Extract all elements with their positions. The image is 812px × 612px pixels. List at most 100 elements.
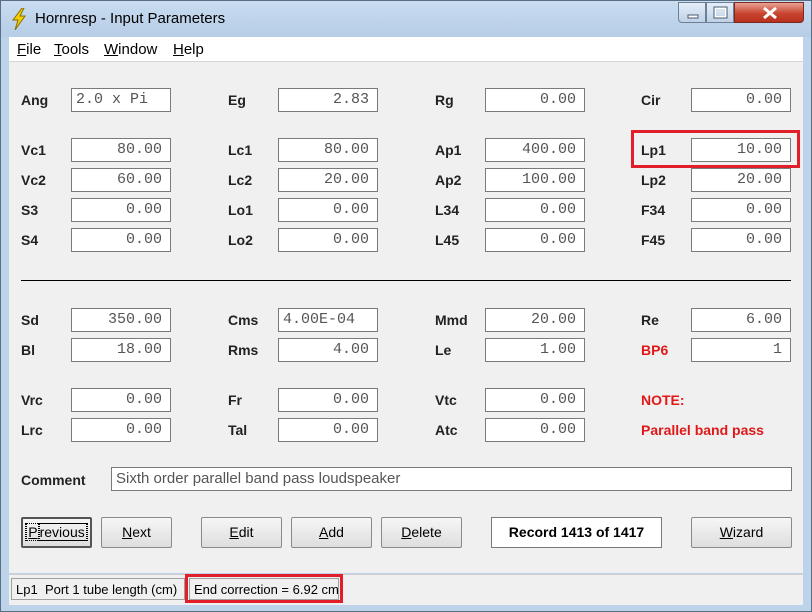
field-f45[interactable]: 0.00 [691, 228, 791, 252]
lightning-icon [12, 8, 26, 30]
maximize-button[interactable] [706, 2, 734, 23]
field-l34[interactable]: 0.00 [485, 198, 585, 222]
label-comment: Comment [21, 472, 86, 488]
field-bl[interactable]: 18.00 [71, 338, 171, 362]
field-ang[interactable]: 2.0 x Pi [71, 88, 171, 112]
field-f34[interactable]: 0.00 [691, 198, 791, 222]
maximize-icon [713, 6, 728, 19]
label-rms: Rms [228, 342, 259, 358]
lp1-highlight-box [631, 130, 800, 168]
field-ap1[interactable]: 400.00 [485, 138, 585, 162]
previous-button[interactable]: Previous [21, 517, 92, 548]
next-button[interactable]: Next [101, 517, 172, 548]
field-l45[interactable]: 0.00 [485, 228, 585, 252]
label-ang: Ang [21, 92, 49, 108]
edit-button[interactable]: Edit [201, 517, 282, 548]
label-tal: Tal [228, 422, 248, 438]
label-f45: F45 [641, 232, 666, 248]
label-eg: Eg [228, 92, 246, 108]
label-atc: Atc [435, 422, 458, 438]
label-ap2: Ap2 [435, 172, 462, 188]
title-bar[interactable]: Hornresp - Input Parameters [1, 1, 811, 37]
field-rms[interactable]: 4.00 [278, 338, 378, 362]
field-lrc[interactable]: 0.00 [71, 418, 171, 442]
label-lp2: Lp2 [641, 172, 666, 188]
label-re: Re [641, 312, 659, 328]
comment-field[interactable]: Sixth order parallel band pass loudspeak… [111, 467, 792, 491]
field-s4[interactable]: 0.00 [71, 228, 171, 252]
wizard-button[interactable]: Wizard [691, 517, 792, 548]
status-description: Port 1 tube length (cm) [44, 582, 178, 597]
label-rg: Rg [435, 92, 454, 108]
label-vtc: Vtc [435, 392, 457, 408]
field-atc[interactable]: 0.00 [485, 418, 585, 442]
field-mmd[interactable]: 20.00 [485, 308, 585, 332]
label-mmd: Mmd [435, 312, 468, 328]
minimize-button[interactable] [678, 2, 706, 23]
field-rg[interactable]: 0.00 [485, 88, 585, 112]
field-tal[interactable]: 0.00 [278, 418, 378, 442]
record-indicator: Record 1413 of 1417 [491, 517, 662, 548]
field-eg[interactable]: 2.83 [278, 88, 378, 112]
input-parameters-panel: Ang 2.0 x Pi Eg 2.83 Rg 0.00 Cir 0.00 Vc… [9, 62, 803, 573]
label-l45: L45 [435, 232, 460, 248]
field-lo2[interactable]: 0.00 [278, 228, 378, 252]
note-title: NOTE: [641, 392, 685, 408]
status-field-name: Lp1 [16, 582, 38, 597]
window-title: Hornresp - Input Parameters [35, 10, 226, 27]
field-lo1[interactable]: 0.00 [278, 198, 378, 222]
status-field-description: Lp1 Port 1 tube length (cm) [11, 578, 185, 600]
minimize-icon [687, 14, 699, 19]
field-cir[interactable]: 0.00 [691, 88, 791, 112]
field-bp6[interactable]: 1 [691, 338, 791, 362]
close-icon [763, 6, 777, 20]
label-le: Le [435, 342, 452, 358]
label-vc2: Vc2 [21, 172, 46, 188]
end-correction-highlight-box [185, 574, 343, 603]
field-lc1[interactable]: 80.00 [278, 138, 378, 162]
label-lo1: Lo1 [228, 202, 253, 218]
field-re[interactable]: 6.00 [691, 308, 791, 332]
label-sd: Sd [21, 312, 39, 328]
field-vrc[interactable]: 0.00 [71, 388, 171, 412]
label-s4: S4 [21, 232, 39, 248]
label-lc1: Lc1 [228, 142, 253, 158]
field-fr[interactable]: 0.00 [278, 388, 378, 412]
label-ap1: Ap1 [435, 142, 462, 158]
status-bar: Lp1 Port 1 tube length (cm) End correcti… [9, 574, 803, 605]
field-sd[interactable]: 350.00 [71, 308, 171, 332]
note-text: Parallel band pass [641, 422, 764, 438]
field-ap2[interactable]: 100.00 [485, 168, 585, 192]
app-window: Hornresp - Input Parameters File Tools W… [0, 0, 812, 612]
delete-button[interactable]: Delete [381, 517, 462, 548]
menu-file[interactable]: File [17, 41, 41, 58]
label-lc2: Lc2 [228, 172, 253, 188]
field-le[interactable]: 1.00 [485, 338, 585, 362]
label-cir: Cir [641, 92, 661, 108]
label-lrc: Lrc [21, 422, 43, 438]
close-button[interactable] [734, 2, 804, 23]
label-s3: S3 [21, 202, 39, 218]
menu-bar: File Tools Window Help [9, 37, 803, 62]
menu-tools[interactable]: Tools [54, 41, 89, 58]
field-vc1[interactable]: 80.00 [71, 138, 171, 162]
add-button[interactable]: Add [291, 517, 372, 548]
label-bp6: BP6 [641, 342, 669, 358]
label-f34: F34 [641, 202, 666, 218]
label-vrc: Vrc [21, 392, 43, 408]
field-lc2[interactable]: 20.00 [278, 168, 378, 192]
section-divider [21, 280, 791, 281]
label-vc1: Vc1 [21, 142, 46, 158]
menu-help[interactable]: Help [173, 41, 204, 58]
field-lp2[interactable]: 20.00 [691, 168, 791, 192]
label-fr: Fr [228, 392, 242, 408]
field-s3[interactable]: 0.00 [71, 198, 171, 222]
field-vc2[interactable]: 60.00 [71, 168, 171, 192]
label-lo2: Lo2 [228, 232, 253, 248]
field-vtc[interactable]: 0.00 [485, 388, 585, 412]
label-l34: L34 [435, 202, 460, 218]
label-bl: Bl [21, 342, 35, 358]
field-cms[interactable]: 4.00E-04 [278, 308, 378, 332]
label-cms: Cms [228, 312, 259, 328]
menu-window[interactable]: Window [104, 41, 157, 58]
